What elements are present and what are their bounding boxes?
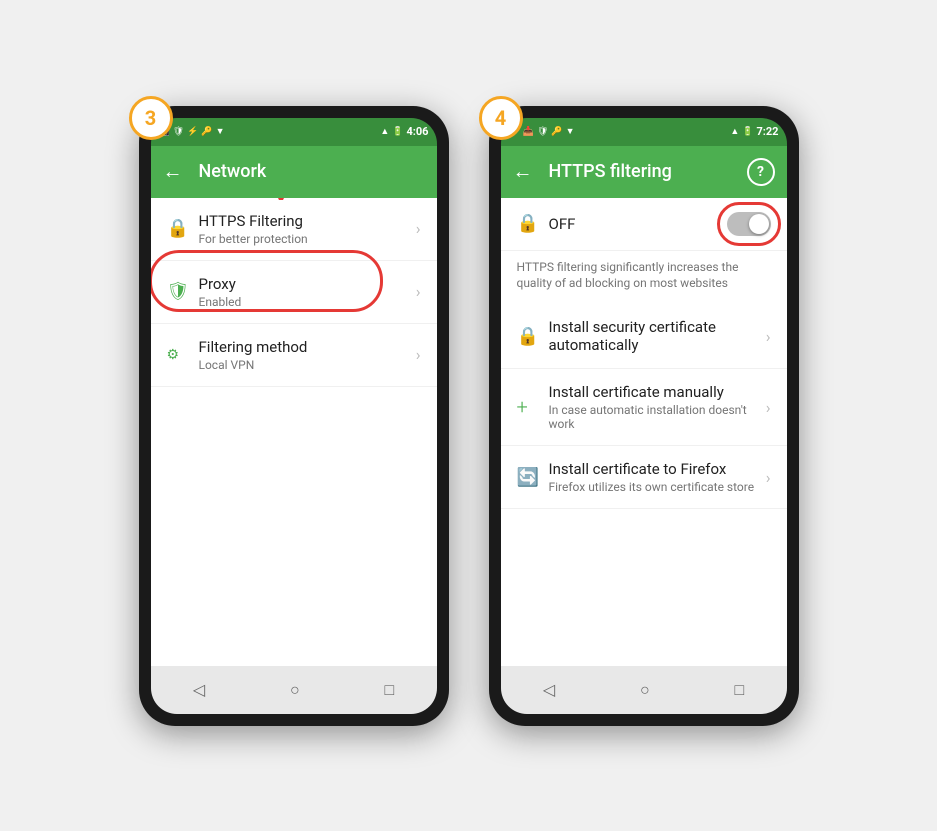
nav-home-4[interactable]: ○ (640, 680, 650, 700)
app-bar-3: ← Network (151, 146, 437, 198)
toggle-knob (749, 214, 769, 234)
screen-content-3: 🔒 HTTPS Filtering For better protection … (151, 198, 437, 666)
status-icon-4: 🔑 (201, 127, 212, 137)
filtering-item-arrow: › (416, 345, 421, 364)
cert-manual-text: Install certificate manually In case aut… (549, 383, 766, 431)
step3-badge: 3 (129, 96, 173, 140)
filtering-item-text: Filtering method Local VPN (199, 338, 416, 372)
app-bar-4: ← HTTPS filtering ? (501, 146, 787, 198)
https-item-sub: For better protection (199, 232, 416, 246)
wifi-icon-4: ▲ (730, 126, 739, 137)
nav-recent-4[interactable]: □ (734, 680, 744, 700)
proxy-item-arrow: › (416, 282, 421, 301)
status-icons-right-3: ▲ 🔋 4:06 (380, 125, 428, 138)
bottom-nav-3: ◁ ○ □ (151, 666, 437, 714)
off-label: OFF (549, 215, 727, 233)
proxy-item-sub: Enabled (199, 295, 416, 309)
cert-firefox-sub: Firefox utilizes its own certificate sto… (549, 480, 766, 494)
wifi-icon-3: ▲ (380, 126, 389, 137)
status-icon-3: ⚡ (187, 127, 198, 137)
time-4: 7:22 (756, 125, 778, 138)
cert-firefox-arrow: › (766, 468, 771, 487)
filtering-item-sub: Local VPN (199, 358, 416, 372)
app-title-4: HTTPS filtering (549, 161, 731, 182)
https-description: HTTPS filtering significantly increases … (501, 251, 787, 305)
back-button-4[interactable]: ← (513, 159, 533, 184)
s4-icon-3: 🛡 (537, 127, 548, 137)
time-3: 4:06 (406, 125, 428, 138)
cert-manual-arrow: › (766, 398, 771, 417)
cert-auto-title: Install security certificate automatical… (549, 318, 766, 354)
back-button-3[interactable]: ← (163, 159, 183, 184)
filtering-icon: ⚙ (167, 347, 199, 363)
step4-container: 4 ⚡ 📥 🛡 🔑 ▼ ▲ 🔋 7:22 ← (489, 106, 799, 726)
s4-icon-2: 📥 (523, 127, 534, 137)
app-title-3: Network (199, 161, 425, 182)
https-item-arrow: › (416, 219, 421, 238)
status-icon-5: ▼ (216, 126, 225, 137)
battery-icon-4: 🔋 (742, 127, 753, 137)
bottom-nav-4: ◁ ○ □ (501, 666, 787, 714)
filtering-method-item[interactable]: ⚙ Filtering method Local VPN › (151, 324, 437, 387)
https-toggle[interactable] (727, 212, 771, 236)
cert-manual-sub: In case automatic installation doesn't w… (549, 403, 766, 431)
nav-back-4[interactable]: ◁ (543, 680, 555, 699)
status-bar-3: 📷 🛡 ⚡ 🔑 ▼ ▲ 🔋 4:06 (151, 118, 437, 146)
screen-content-4: 🔒 OFF HTTPS filtering significantly incr… (501, 198, 787, 666)
proxy-item[interactable]: 🛡 Proxy Enabled › (151, 261, 437, 324)
proxy-item-text: Proxy Enabled (199, 275, 416, 309)
cert-firefox-icon: 🔄 (517, 467, 549, 488)
cert-firefox-title: Install certificate to Firefox (549, 460, 766, 478)
status-icon-2: 🛡 (173, 127, 184, 137)
s4-icon-4: 🔑 (551, 127, 562, 137)
status-bar-4: ⚡ 📥 🛡 🔑 ▼ ▲ 🔋 7:22 (501, 118, 787, 146)
phone-4: ⚡ 📥 🛡 🔑 ▼ ▲ 🔋 7:22 ← HTTPS filtering ? (489, 106, 799, 726)
https-icon: 🔒 (167, 218, 199, 239)
cert-manual-title: Install certificate manually (549, 383, 766, 401)
https-item-title: HTTPS Filtering (199, 212, 416, 230)
cert-firefox-text: Install certificate to Firefox Firefox u… (549, 460, 766, 494)
step4-badge: 4 (479, 96, 523, 140)
toggle-container (727, 212, 771, 236)
battery-icon-3: 🔋 (392, 127, 403, 137)
nav-recent-3[interactable]: □ (384, 680, 394, 700)
install-cert-manual-item[interactable]: + Install certificate manually In case a… (501, 369, 787, 446)
cert-auto-text: Install security certificate automatical… (549, 318, 766, 354)
nav-home-3[interactable]: ○ (290, 680, 300, 700)
https-filtering-item[interactable]: 🔒 HTTPS Filtering For better protection … (151, 198, 437, 261)
cert-auto-icon: 🔒 (517, 326, 549, 347)
proxy-icon: 🛡 (167, 281, 199, 302)
status-icons-right-4: ▲ 🔋 7:22 (730, 125, 778, 138)
s4-icon-5: ▼ (566, 126, 575, 137)
step3-container: 3 📷 🛡 ⚡ 🔑 ▼ ▲ 🔋 4:06 ← (139, 106, 449, 726)
https-item-text: HTTPS Filtering For better protection (199, 212, 416, 246)
cert-manual-icon: + (517, 395, 549, 419)
nav-back-3[interactable]: ◁ (193, 680, 205, 699)
help-button-4[interactable]: ? (747, 158, 775, 186)
install-cert-auto-item[interactable]: 🔒 Install security certificate automatic… (501, 304, 787, 369)
phone-3: 📷 🛡 ⚡ 🔑 ▼ ▲ 🔋 4:06 ← Network (139, 106, 449, 726)
install-cert-firefox-item[interactable]: 🔄 Install certificate to Firefox Firefox… (501, 446, 787, 509)
off-icon: 🔒 (517, 213, 549, 234)
proxy-item-title: Proxy (199, 275, 416, 293)
off-row: 🔒 OFF (501, 198, 787, 251)
filtering-item-title: Filtering method (199, 338, 416, 356)
cert-auto-arrow: › (766, 327, 771, 346)
